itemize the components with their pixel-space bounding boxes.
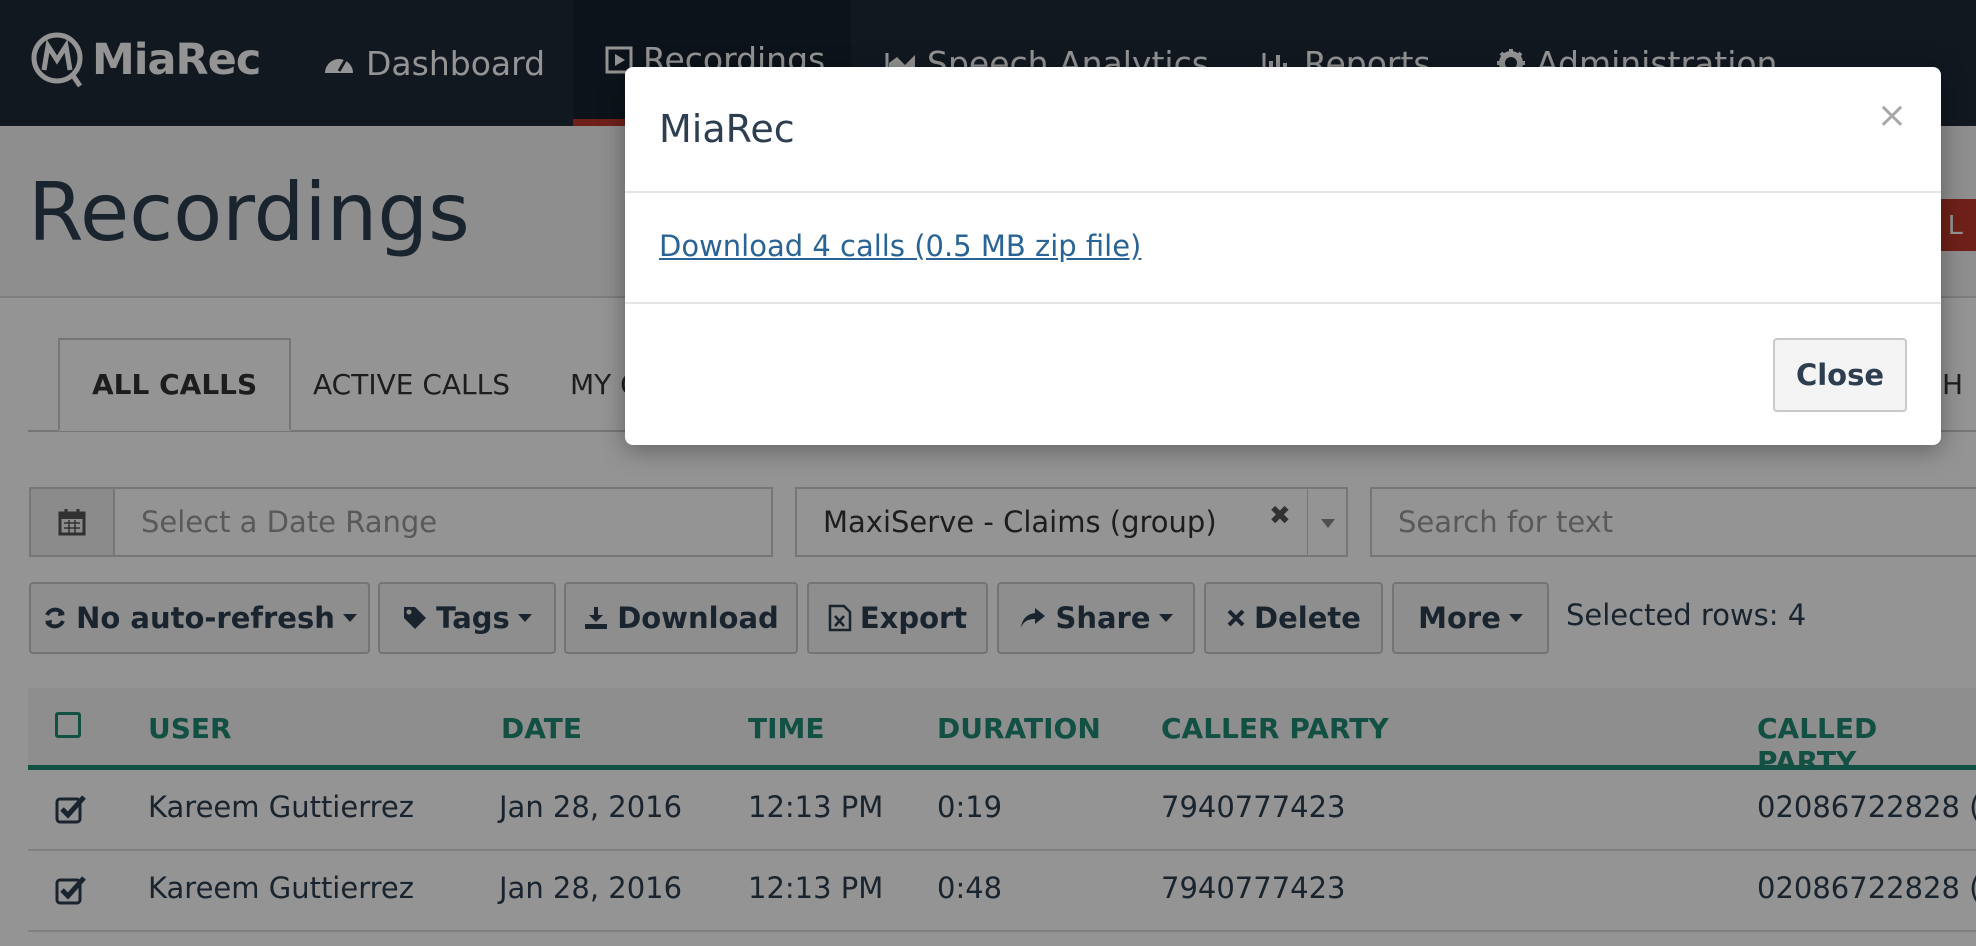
modal-title: MiaRec: [659, 107, 795, 151]
download-modal: MiaRec × Download 4 calls (0.5 MB zip fi…: [625, 67, 1941, 445]
modal-footer-divider: [625, 302, 1941, 304]
download-zip-link[interactable]: Download 4 calls (0.5 MB zip file): [659, 229, 1141, 263]
modal-close-icon[interactable]: ×: [1877, 95, 1907, 136]
modal-header-divider: [625, 191, 1941, 193]
modal-close-button[interactable]: Close: [1773, 338, 1907, 412]
